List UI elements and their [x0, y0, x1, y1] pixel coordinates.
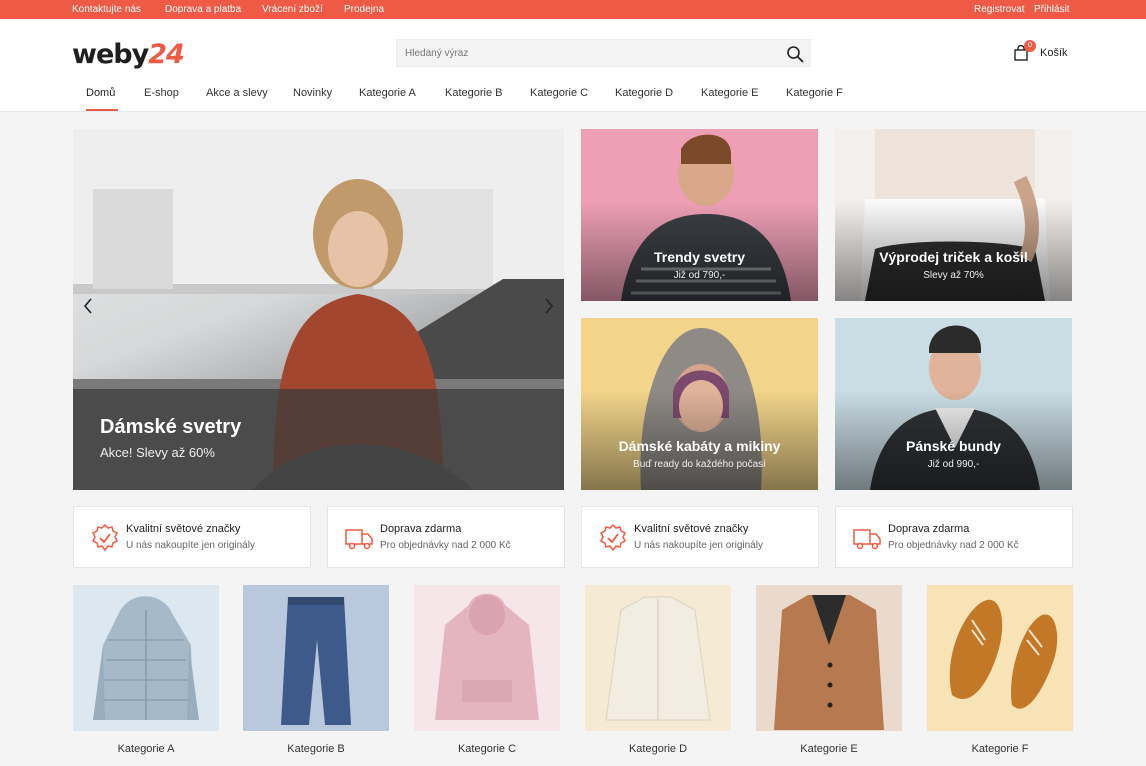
- search-box: [396, 39, 811, 67]
- cart-label: Košík: [1040, 47, 1068, 59]
- feature-title: Kvalitní světové značky: [126, 523, 241, 535]
- nav-active-underline: [86, 109, 118, 111]
- promo-title: Dámské kabáty a mikiny: [618, 438, 781, 454]
- search-icon[interactable]: [786, 45, 804, 63]
- category-image: [73, 585, 219, 731]
- nav-item-category-b[interactable]: Kategorie B: [445, 87, 502, 99]
- logo-number: 24: [148, 39, 185, 70]
- promo-tile-womens-coats[interactable]: Dámské kabáty a mikiny Buď ready do každ…: [581, 318, 818, 490]
- feature-subtitle: U nás nakoupíte jen originály: [126, 540, 255, 551]
- category-label: Kategorie D: [628, 743, 688, 755]
- top-bar: Kontaktujte nás Doprava a platba Vrácení…: [0, 0, 1146, 19]
- feature-subtitle: U nás nakoupíte jen originály: [634, 540, 763, 551]
- feature-title: Doprava zdarma: [888, 523, 970, 535]
- feature-free-shipping: Doprava zdarma Pro objednávky nad 2 000 …: [835, 506, 1073, 568]
- category-label: Kategorie E: [800, 743, 858, 755]
- cart-count-badge: 0: [1024, 40, 1036, 52]
- nav-item-category-a[interactable]: Kategorie A: [359, 87, 416, 99]
- nav-item-category-d[interactable]: Kategorie D: [615, 87, 673, 99]
- category-card-e[interactable]: Kategorie E: [756, 585, 902, 766]
- category-image: [243, 585, 389, 731]
- nav-item-new[interactable]: Novinky: [293, 87, 332, 99]
- feature-quality-brands: Kvalitní světové značky U nás nakoupíte …: [73, 506, 311, 568]
- feature-title: Kvalitní světové značky: [634, 523, 749, 535]
- logo[interactable]: weby24: [72, 39, 185, 70]
- chevron-right-icon[interactable]: [542, 297, 556, 315]
- hero-slider[interactable]: Dámské svetry Akce! Slevy až 60%: [73, 129, 564, 490]
- badge-check-icon: [599, 523, 627, 552]
- category-image: [585, 585, 731, 731]
- category-label: Kategorie F: [971, 743, 1029, 755]
- category-card-c[interactable]: Kategorie C: [414, 585, 560, 766]
- feature-quality-brands: Kvalitní světové značky U nás nakoupíte …: [581, 506, 819, 568]
- promo-subtitle: Slevy až 70%: [923, 270, 984, 281]
- badge-check-icon: [91, 523, 119, 552]
- cart-button[interactable]: 0 Košík: [1014, 40, 1074, 65]
- promo-title: Pánské bundy: [906, 438, 1001, 454]
- category-image: [414, 585, 560, 731]
- feature-subtitle: Pro objednávky nad 2 000 Kč: [888, 540, 1019, 551]
- feature-free-shipping: Doprava zdarma Pro objednávky nad 2 000 …: [327, 506, 565, 568]
- promo-title: Výprodej triček a košil: [879, 249, 1028, 265]
- promo-tile-trendy-sweaters[interactable]: Trendy svetry Již od 790,-: [581, 129, 818, 301]
- promo-subtitle: Buď ready do každého počasí: [633, 459, 766, 470]
- nav-item-category-c[interactable]: Kategorie C: [530, 87, 588, 99]
- logo-text: weby: [72, 39, 149, 70]
- truck-icon: [345, 529, 373, 550]
- chevron-left-icon[interactable]: [81, 297, 95, 315]
- nav-item-category-e[interactable]: Kategorie E: [701, 87, 758, 99]
- category-card-f[interactable]: Kategorie F: [927, 585, 1073, 766]
- category-image: [756, 585, 902, 731]
- promo-subtitle: Již od 790,-: [673, 270, 726, 281]
- nav-item-home[interactable]: Domů: [86, 87, 115, 99]
- search-input[interactable]: [397, 40, 777, 66]
- hero-title: Dámské svetry: [100, 416, 242, 438]
- promo-tile-mens-jackets[interactable]: Pánské bundy Již od 990,-: [835, 318, 1072, 490]
- nav-item-sales[interactable]: Akce a slevy: [206, 87, 268, 99]
- hero-caption-band: [73, 389, 564, 490]
- feature-title: Doprava zdarma: [380, 523, 462, 535]
- category-card-a[interactable]: Kategorie A: [73, 585, 219, 766]
- category-label: Kategorie C: [457, 743, 517, 755]
- nav-item-eshop[interactable]: E-shop: [144, 87, 179, 99]
- login-link[interactable]: Přihlásit: [1034, 4, 1070, 15]
- category-image: [927, 585, 1073, 731]
- topbar-link-store[interactable]: Prodejna: [344, 4, 384, 15]
- nav-item-category-f[interactable]: Kategorie F: [786, 87, 843, 99]
- truck-icon: [853, 529, 881, 550]
- topbar-link-returns[interactable]: Vrácení zboží: [262, 4, 323, 15]
- category-label: Kategorie B: [287, 743, 345, 755]
- promo-title: Trendy svetry: [653, 249, 746, 265]
- hero-subtitle: Akce! Slevy až 60%: [100, 445, 215, 460]
- category-card-b[interactable]: Kategorie B: [243, 585, 389, 766]
- register-link[interactable]: Registrovat: [974, 4, 1025, 15]
- topbar-link-contact[interactable]: Kontaktujte nás: [72, 4, 141, 15]
- topbar-link-shipping[interactable]: Doprava a platba: [165, 4, 241, 15]
- site-header: weby24 0 Košík Domů E-shop Akce a slevy …: [0, 19, 1146, 112]
- feature-subtitle: Pro objednávky nad 2 000 Kč: [380, 540, 511, 551]
- promo-subtitle: Již od 990,-: [927, 459, 980, 470]
- category-card-d[interactable]: Kategorie D: [585, 585, 731, 766]
- promo-tile-tshirts-shirts[interactable]: Výprodej triček a košil Slevy až 70%: [835, 129, 1072, 301]
- category-label: Kategorie A: [117, 743, 175, 755]
